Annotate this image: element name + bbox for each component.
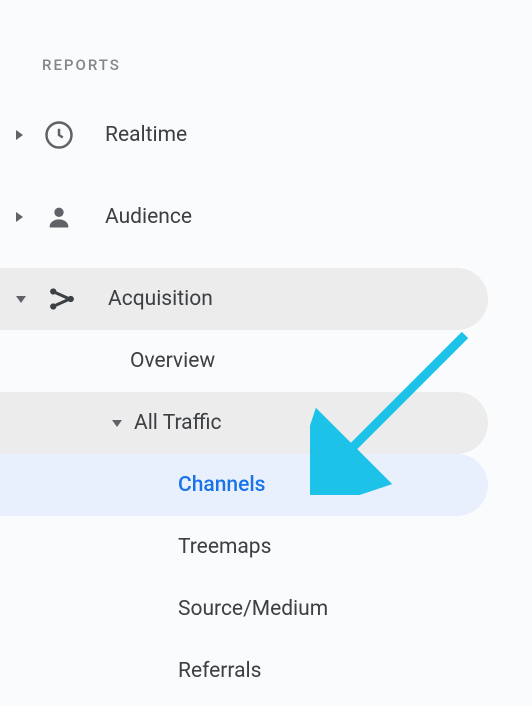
nav-acquisition[interactable]: Acquisition: [0, 268, 488, 330]
caret-down-icon: [112, 420, 122, 427]
reports-section-header: REPORTS: [0, 0, 532, 104]
caret-right-icon: [16, 130, 23, 140]
nav-audience[interactable]: Audience: [0, 186, 488, 248]
sub-all-traffic-label: All Traffic: [134, 411, 222, 435]
caret-right-icon: [16, 212, 23, 222]
clock-icon: [35, 111, 83, 159]
nav-acquisition-label: Acquisition: [108, 287, 213, 311]
sub-sub-channels[interactable]: Channels: [0, 454, 488, 516]
sub-all-traffic[interactable]: All Traffic: [0, 392, 488, 454]
person-icon: [35, 193, 83, 241]
sub-sub-referrals[interactable]: Referrals: [0, 640, 488, 702]
sub-overview-label: Overview: [130, 349, 215, 373]
sub-sub-source-medium[interactable]: Source/Medium: [0, 578, 488, 640]
nav-audience-label: Audience: [105, 205, 192, 229]
merge-icon: [38, 275, 86, 323]
sub-sub-channels-label: Channels: [178, 473, 266, 497]
caret-down-icon: [16, 296, 26, 303]
sub-overview[interactable]: Overview: [0, 330, 488, 392]
sub-sub-referrals-label: Referrals: [178, 659, 261, 683]
nav-realtime-label: Realtime: [105, 123, 187, 147]
sub-sub-treemaps-label: Treemaps: [178, 535, 271, 559]
sub-sub-treemaps[interactable]: Treemaps: [0, 516, 488, 578]
nav-realtime[interactable]: Realtime: [0, 104, 488, 166]
sub-sub-source-medium-label: Source/Medium: [178, 597, 328, 621]
